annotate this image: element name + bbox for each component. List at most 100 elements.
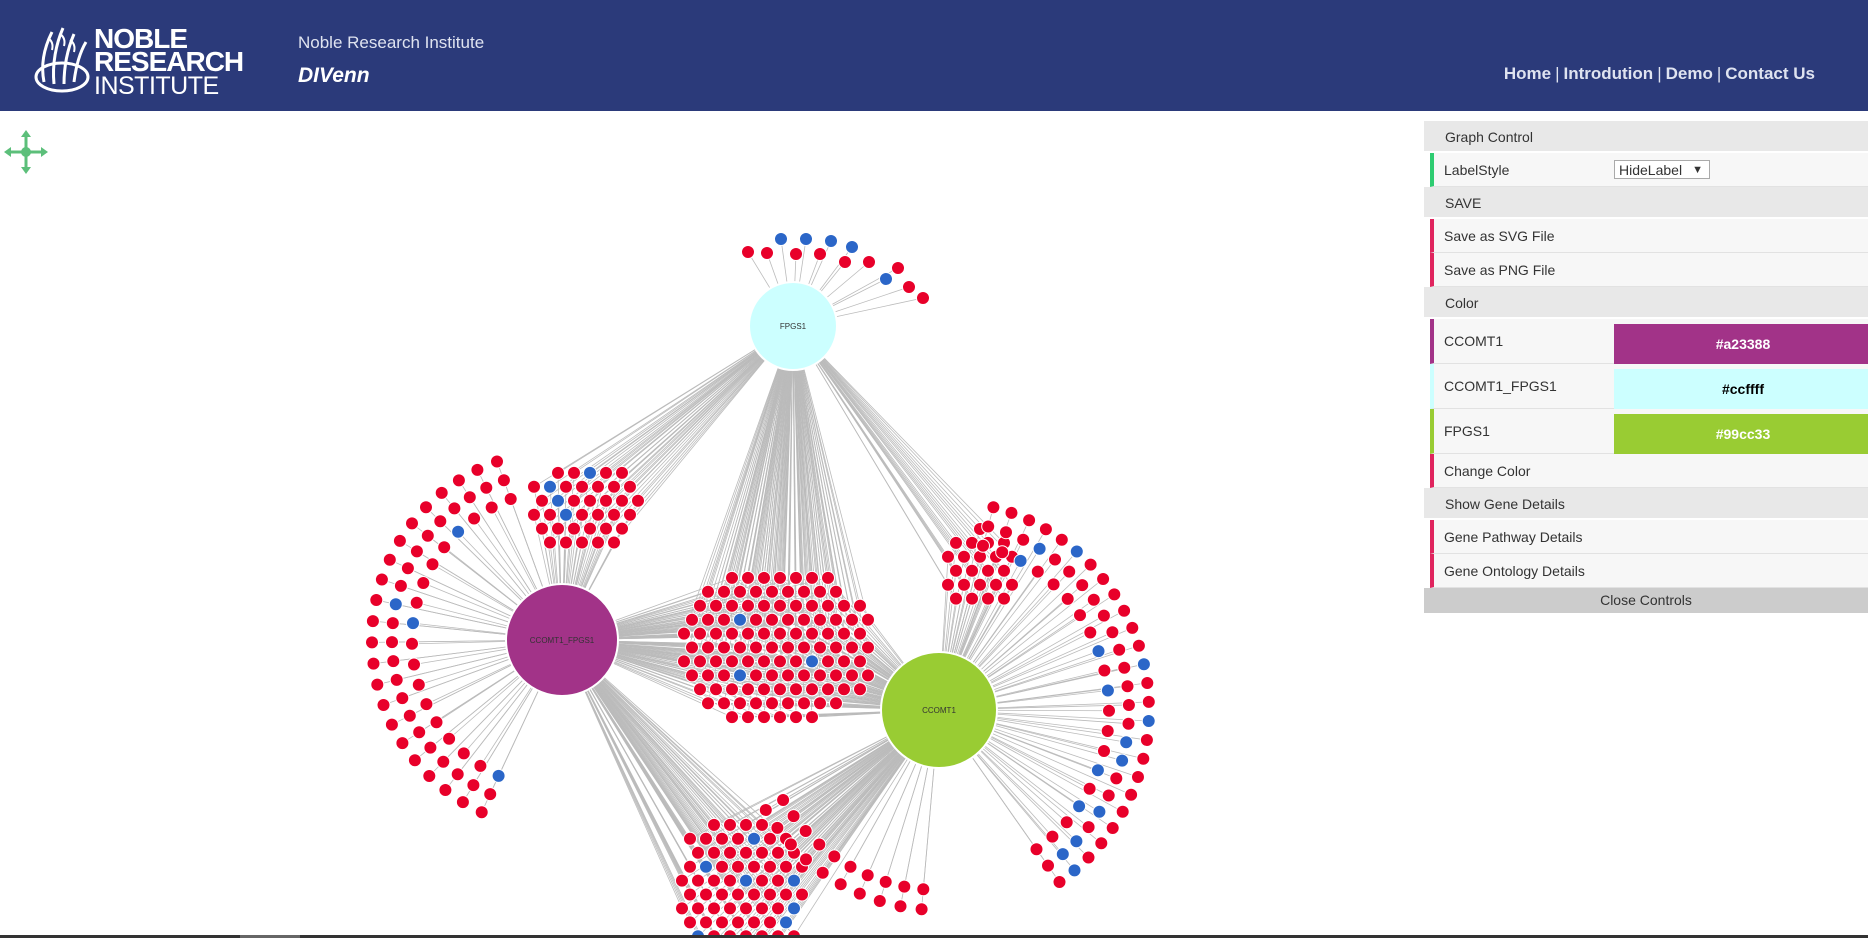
gene-ontology-details-button[interactable]: Gene Ontology Details	[1430, 554, 1868, 588]
gene-node[interactable]	[765, 612, 779, 627]
gene-node[interactable]	[861, 612, 875, 627]
gene-node[interactable]	[815, 865, 830, 880]
gene-node[interactable]	[575, 535, 589, 550]
gene-node[interactable]	[607, 507, 621, 522]
gene-node[interactable]	[527, 507, 541, 522]
gene-node[interactable]	[691, 873, 705, 888]
gene-node[interactable]	[765, 584, 779, 599]
nav-home-link[interactable]: Home	[1504, 64, 1551, 83]
gene-node[interactable]	[770, 820, 785, 835]
gene-node[interactable]	[462, 490, 477, 505]
gene-node[interactable]	[392, 533, 407, 548]
gene-node[interactable]	[789, 570, 803, 585]
gene-node[interactable]	[677, 626, 691, 641]
gene-node[interactable]	[691, 901, 705, 916]
graph-control-header[interactable]: Graph Control	[1424, 121, 1868, 153]
color-header[interactable]: Color	[1424, 287, 1868, 319]
gene-node[interactable]	[407, 657, 421, 672]
gene-node[interactable]	[559, 535, 573, 550]
gene-node[interactable]	[707, 901, 721, 916]
gene-node[interactable]	[615, 465, 629, 480]
gene-node[interactable]	[717, 668, 731, 683]
gene-node[interactable]	[389, 672, 404, 687]
gene-node[interactable]	[699, 915, 713, 930]
save-svg-button[interactable]: Save as SVG File	[1430, 219, 1868, 253]
gene-node[interactable]	[805, 654, 819, 669]
gene-node[interactable]	[773, 598, 787, 613]
gene-node[interactable]	[893, 899, 908, 914]
gene-node[interactable]	[1121, 698, 1136, 712]
gene-node[interactable]	[813, 612, 827, 627]
gene-node[interactable]	[425, 557, 440, 572]
gene-node[interactable]	[559, 479, 573, 494]
gene-node[interactable]	[1100, 683, 1115, 698]
gene-node[interactable]	[741, 626, 755, 641]
gene-node[interactable]	[1094, 836, 1109, 851]
gene-node[interactable]	[1096, 608, 1111, 623]
gene-node[interactable]	[402, 708, 417, 723]
gene-node[interactable]	[484, 500, 499, 515]
gene-node[interactable]	[757, 654, 771, 669]
gene-node[interactable]	[773, 626, 787, 641]
gene-node[interactable]	[771, 845, 785, 860]
gene-node[interactable]	[1124, 787, 1139, 802]
gene-node[interactable]	[827, 849, 842, 864]
gene-node[interactable]	[599, 493, 613, 508]
gene-node[interactable]	[1013, 553, 1028, 568]
gene-node[interactable]	[717, 612, 731, 627]
gene-node[interactable]	[1115, 753, 1130, 768]
gene-node[interactable]	[599, 521, 613, 536]
gene-node[interactable]	[733, 696, 747, 711]
gene-node[interactable]	[1082, 781, 1097, 796]
gene-node[interactable]	[1062, 564, 1077, 579]
gene-pathway-details-button[interactable]: Gene Pathway Details	[1430, 520, 1868, 554]
gene-node[interactable]	[781, 696, 795, 711]
gene-node[interactable]	[1055, 847, 1070, 862]
gene-node[interactable]	[447, 501, 462, 516]
gene-node[interactable]	[765, 696, 779, 711]
gene-node[interactable]	[437, 540, 452, 555]
gene-node[interactable]	[1032, 541, 1047, 556]
hub-node-fpgs1[interactable]: FPGS1	[748, 281, 838, 371]
gene-node[interactable]	[723, 873, 737, 888]
gene-node[interactable]	[365, 635, 379, 650]
gene-node[interactable]	[1141, 714, 1156, 728]
gene-node[interactable]	[1115, 804, 1130, 819]
gene-node[interactable]	[860, 868, 875, 883]
gene-node[interactable]	[773, 570, 787, 585]
gene-node[interactable]	[393, 578, 408, 593]
gene-node[interactable]	[473, 758, 488, 773]
gene-node[interactable]	[683, 831, 697, 846]
gene-node[interactable]	[1022, 513, 1037, 528]
gene-node[interactable]	[757, 626, 771, 641]
gene-node[interactable]	[725, 598, 739, 613]
gene-node[interactable]	[496, 473, 511, 488]
gene-node[interactable]	[783, 837, 798, 852]
gene-node[interactable]	[1101, 788, 1116, 803]
change-color-button[interactable]: Change Color	[1430, 454, 1868, 488]
gene-node[interactable]	[773, 710, 787, 725]
gene-node[interactable]	[739, 817, 753, 832]
gene-node[interactable]	[709, 682, 723, 697]
gene-node[interactable]	[551, 493, 565, 508]
gene-node[interactable]	[789, 710, 803, 725]
gene-node[interactable]	[765, 668, 779, 683]
gene-node[interactable]	[623, 507, 637, 522]
save-header[interactable]: SAVE	[1424, 187, 1868, 219]
gene-node[interactable]	[763, 859, 777, 874]
gene-node[interactable]	[973, 577, 987, 592]
gene-node[interactable]	[422, 769, 437, 783]
gene-node[interactable]	[779, 859, 793, 874]
gene-node[interactable]	[916, 291, 930, 305]
gene-node[interactable]	[567, 493, 581, 508]
gene-node[interactable]	[779, 915, 793, 930]
gene-node[interactable]	[771, 901, 785, 916]
gene-node[interactable]	[623, 479, 637, 494]
gene-node[interactable]	[862, 255, 876, 269]
gene-node[interactable]	[615, 493, 629, 508]
gene-node[interactable]	[615, 521, 629, 536]
gene-node[interactable]	[757, 710, 771, 725]
gene-node[interactable]	[491, 768, 506, 783]
gene-node[interactable]	[717, 584, 731, 599]
gene-node[interactable]	[805, 570, 819, 585]
